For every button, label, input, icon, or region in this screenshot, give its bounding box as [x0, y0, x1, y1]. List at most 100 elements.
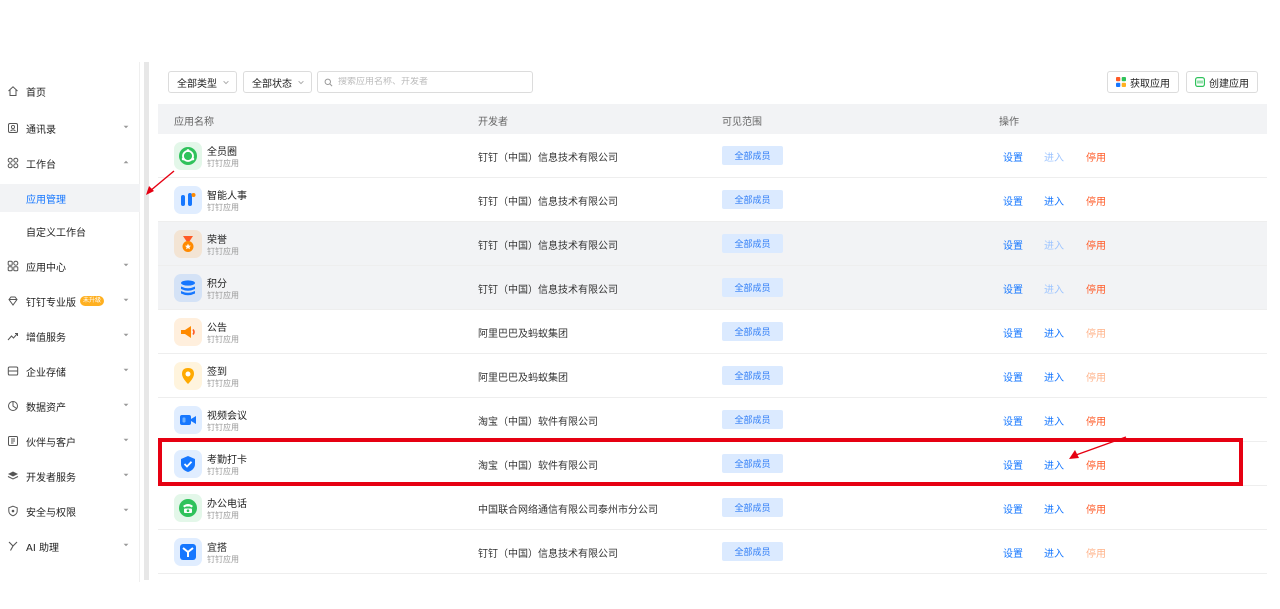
sidebar-item-11[interactable]: 开发者服务 — [0, 462, 140, 490]
settings-link[interactable]: 设置 — [1003, 193, 1023, 208]
sidebar-item-4[interactable]: 自定义工作台 — [0, 217, 140, 245]
sidebar-item-1[interactable]: 通讯录 — [0, 114, 140, 142]
scope-tag[interactable]: 全部成员 — [722, 498, 783, 517]
settings-link[interactable]: 设置 — [1003, 501, 1023, 516]
disable-link[interactable]: 停用 — [1086, 413, 1106, 428]
chevron-down-icon[interactable] — [122, 331, 130, 339]
sidebar-item-3[interactable]: 应用管理 — [0, 184, 140, 212]
app-developer: 钉钉（中国）信息技术有限公司 — [478, 285, 618, 296]
chevron-down-icon[interactable] — [122, 471, 130, 479]
disable-link[interactable]: 停用 — [1086, 325, 1106, 340]
status-filter-label: 全部状态 — [252, 78, 292, 90]
enter-link[interactable]: 进入 — [1044, 281, 1064, 296]
chevron-up-icon[interactable] — [122, 158, 130, 166]
storage-icon — [7, 365, 19, 377]
sidebar-scrollbar[interactable] — [144, 62, 149, 580]
create-app-label: 创建应用 — [1209, 78, 1249, 90]
chevron-down-icon[interactable] — [122, 401, 130, 409]
chevron-down-icon[interactable] — [122, 261, 130, 269]
disable-link[interactable]: 停用 — [1086, 237, 1106, 252]
chevron-down-icon[interactable] — [122, 506, 130, 514]
enter-link[interactable]: 进入 — [1044, 457, 1064, 472]
enter-link[interactable]: 进入 — [1044, 325, 1064, 340]
app-name: 宜搭 — [207, 543, 227, 554]
disable-link[interactable]: 停用 — [1086, 545, 1106, 560]
settings-link[interactable]: 设置 — [1003, 149, 1023, 164]
table-row: 宜搭 钉钉应用 钉钉（中国）信息技术有限公司 全部成员 设置 进入 停用 — [158, 530, 1267, 574]
enter-link[interactable]: 进入 — [1044, 193, 1064, 208]
scope-tag[interactable]: 全部成员 — [722, 366, 783, 385]
chevron-down-icon[interactable] — [122, 541, 130, 549]
enter-link[interactable]: 进入 — [1044, 369, 1064, 384]
get-app-label: 获取应用 — [1130, 78, 1170, 90]
app-type: 钉钉应用 — [207, 467, 239, 476]
status-filter-dropdown[interactable]: 全部状态 — [243, 71, 312, 93]
app-type: 钉钉应用 — [207, 291, 239, 300]
get-app-button[interactable]: 获取应用 — [1107, 71, 1179, 93]
enter-link[interactable]: 进入 — [1044, 545, 1064, 560]
settings-link[interactable]: 设置 — [1003, 237, 1023, 252]
sidebar-item-7[interactable]: 增值服务 — [0, 322, 140, 350]
type-filter-dropdown[interactable]: 全部类型 — [168, 71, 237, 93]
settings-link[interactable]: 设置 — [1003, 369, 1023, 384]
chevron-down-icon[interactable] — [122, 436, 130, 444]
create-app-icon — [1195, 77, 1206, 88]
phone-app-icon — [174, 494, 202, 522]
app-name: 智能人事 — [207, 191, 247, 202]
app-type: 钉钉应用 — [207, 159, 239, 168]
type-filter-label: 全部类型 — [177, 78, 217, 90]
disable-link[interactable]: 停用 — [1086, 193, 1106, 208]
chevron-down-icon[interactable] — [122, 123, 130, 131]
search-box[interactable] — [317, 71, 533, 93]
scope-tag[interactable]: 全部成员 — [722, 190, 783, 209]
sidebar-item-12[interactable]: 安全与权限 — [0, 497, 140, 525]
search-input[interactable] — [338, 77, 528, 87]
enter-link[interactable]: 进入 — [1044, 237, 1064, 252]
chevron-down-icon[interactable] — [122, 366, 130, 374]
settings-link[interactable]: 设置 — [1003, 545, 1023, 560]
app-name: 荣誉 — [207, 235, 227, 246]
sidebar-item-10[interactable]: 伙伴与客户 — [0, 427, 140, 455]
enter-link[interactable]: 进入 — [1044, 149, 1064, 164]
circle-app-icon — [174, 142, 202, 170]
home-icon — [7, 85, 19, 97]
sidebar-item-0[interactable]: 首页 — [0, 77, 140, 105]
scope-tag[interactable]: 全部成员 — [722, 542, 783, 561]
sidebar-item-label: 开发者服务 — [26, 472, 76, 484]
create-app-button[interactable]: 创建应用 — [1186, 71, 1258, 93]
sidebar-item-2[interactable]: 工作台 — [0, 149, 140, 177]
chevron-down-icon[interactable] — [122, 296, 130, 304]
settings-link[interactable]: 设置 — [1003, 281, 1023, 296]
scope-tag[interactable]: 全部成员 — [722, 146, 783, 165]
app-developer: 阿里巴巴及蚂蚁集团 — [478, 373, 568, 384]
sidebar-item-13[interactable]: AI 助理 — [0, 532, 140, 560]
scope-tag[interactable]: 全部成员 — [722, 410, 783, 429]
settings-link[interactable]: 设置 — [1003, 413, 1023, 428]
settings-link[interactable]: 设置 — [1003, 457, 1023, 472]
enter-link[interactable]: 进入 — [1044, 413, 1064, 428]
sidebar-item-6[interactable]: 钉钉专业版 未升级 — [0, 287, 140, 315]
app-name: 考勤打卡 — [207, 455, 247, 466]
scope-tag[interactable]: 全部成员 — [722, 234, 783, 253]
sidebar-item-5[interactable]: 应用中心 — [0, 252, 140, 280]
disable-link[interactable]: 停用 — [1086, 369, 1106, 384]
disable-link[interactable]: 停用 — [1086, 501, 1106, 516]
sidebar-item-label: 工作台 — [26, 159, 56, 171]
disable-link[interactable]: 停用 — [1086, 149, 1106, 164]
medal-app-icon — [174, 230, 202, 258]
app-type: 钉钉应用 — [207, 247, 239, 256]
scope-tag[interactable]: 全部成员 — [722, 454, 783, 473]
video-meeting-app-icon — [174, 406, 202, 434]
sidebar-item-label: 钉钉专业版 — [26, 297, 76, 309]
disable-link[interactable]: 停用 — [1086, 457, 1106, 472]
scope-tag[interactable]: 全部成员 — [722, 322, 783, 341]
sidebar-item-9[interactable]: 数据资产 — [0, 392, 140, 420]
scope-tag[interactable]: 全部成员 — [722, 278, 783, 297]
disable-link[interactable]: 停用 — [1086, 281, 1106, 296]
enter-link[interactable]: 进入 — [1044, 501, 1064, 516]
sidebar-item-8[interactable]: 企业存储 — [0, 357, 140, 385]
settings-link[interactable]: 设置 — [1003, 325, 1023, 340]
app-developer: 淘宝（中国）软件有限公司 — [478, 461, 598, 472]
app-name: 公告 — [207, 323, 227, 334]
app-developer: 阿里巴巴及蚂蚁集团 — [478, 329, 568, 340]
